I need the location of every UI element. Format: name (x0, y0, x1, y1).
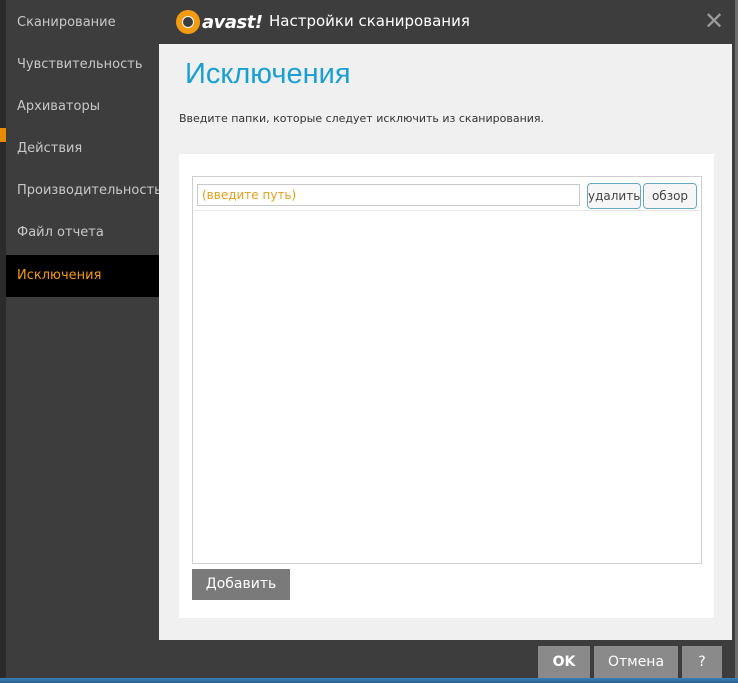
scan-settings-dialog: Сканирование Чувствительность Архиваторы… (6, 0, 735, 678)
help-button[interactable]: ? (682, 646, 722, 678)
sidebar-item-archivers[interactable]: Архиваторы (6, 86, 159, 128)
page-title: Исключения (185, 58, 351, 90)
browse-button[interactable]: обзор (643, 183, 697, 209)
titlebar: avast! Настройки сканирования ✕ (6, 0, 735, 44)
sidebar: Сканирование Чувствительность Архиваторы… (6, 0, 162, 640)
ok-button[interactable]: OK (538, 646, 590, 678)
avast-logo-icon (176, 10, 200, 34)
cancel-button[interactable]: Отмена (594, 646, 678, 678)
brand-name: avast! (202, 11, 263, 33)
content-panel: Исключения Введите папки, которые следуе… (159, 44, 732, 640)
exclusions-panel: удалить обзор Добавить (179, 154, 714, 618)
sidebar-item-sensitivity[interactable]: Чувствительность (6, 44, 159, 86)
sidebar-item-exclusions[interactable]: Исключения (6, 255, 159, 297)
taskbar (0, 678, 738, 683)
exclusions-list: удалить обзор (192, 176, 702, 564)
window-title: Настройки сканирования (269, 12, 470, 30)
sidebar-item-report-file[interactable]: Файл отчета (6, 212, 159, 254)
path-input[interactable] (197, 184, 580, 206)
avast-logo: avast! (176, 7, 263, 37)
delete-button[interactable]: удалить (587, 183, 641, 209)
add-button[interactable]: Добавить (192, 569, 290, 600)
sidebar-item-performance[interactable]: Производительность (6, 170, 162, 212)
close-icon[interactable]: ✕ (701, 8, 727, 34)
page-description: Введите папки, которые следует исключить… (179, 112, 545, 125)
list-item: удалить обзор (194, 178, 700, 211)
sidebar-item-actions[interactable]: Действия (6, 128, 159, 170)
